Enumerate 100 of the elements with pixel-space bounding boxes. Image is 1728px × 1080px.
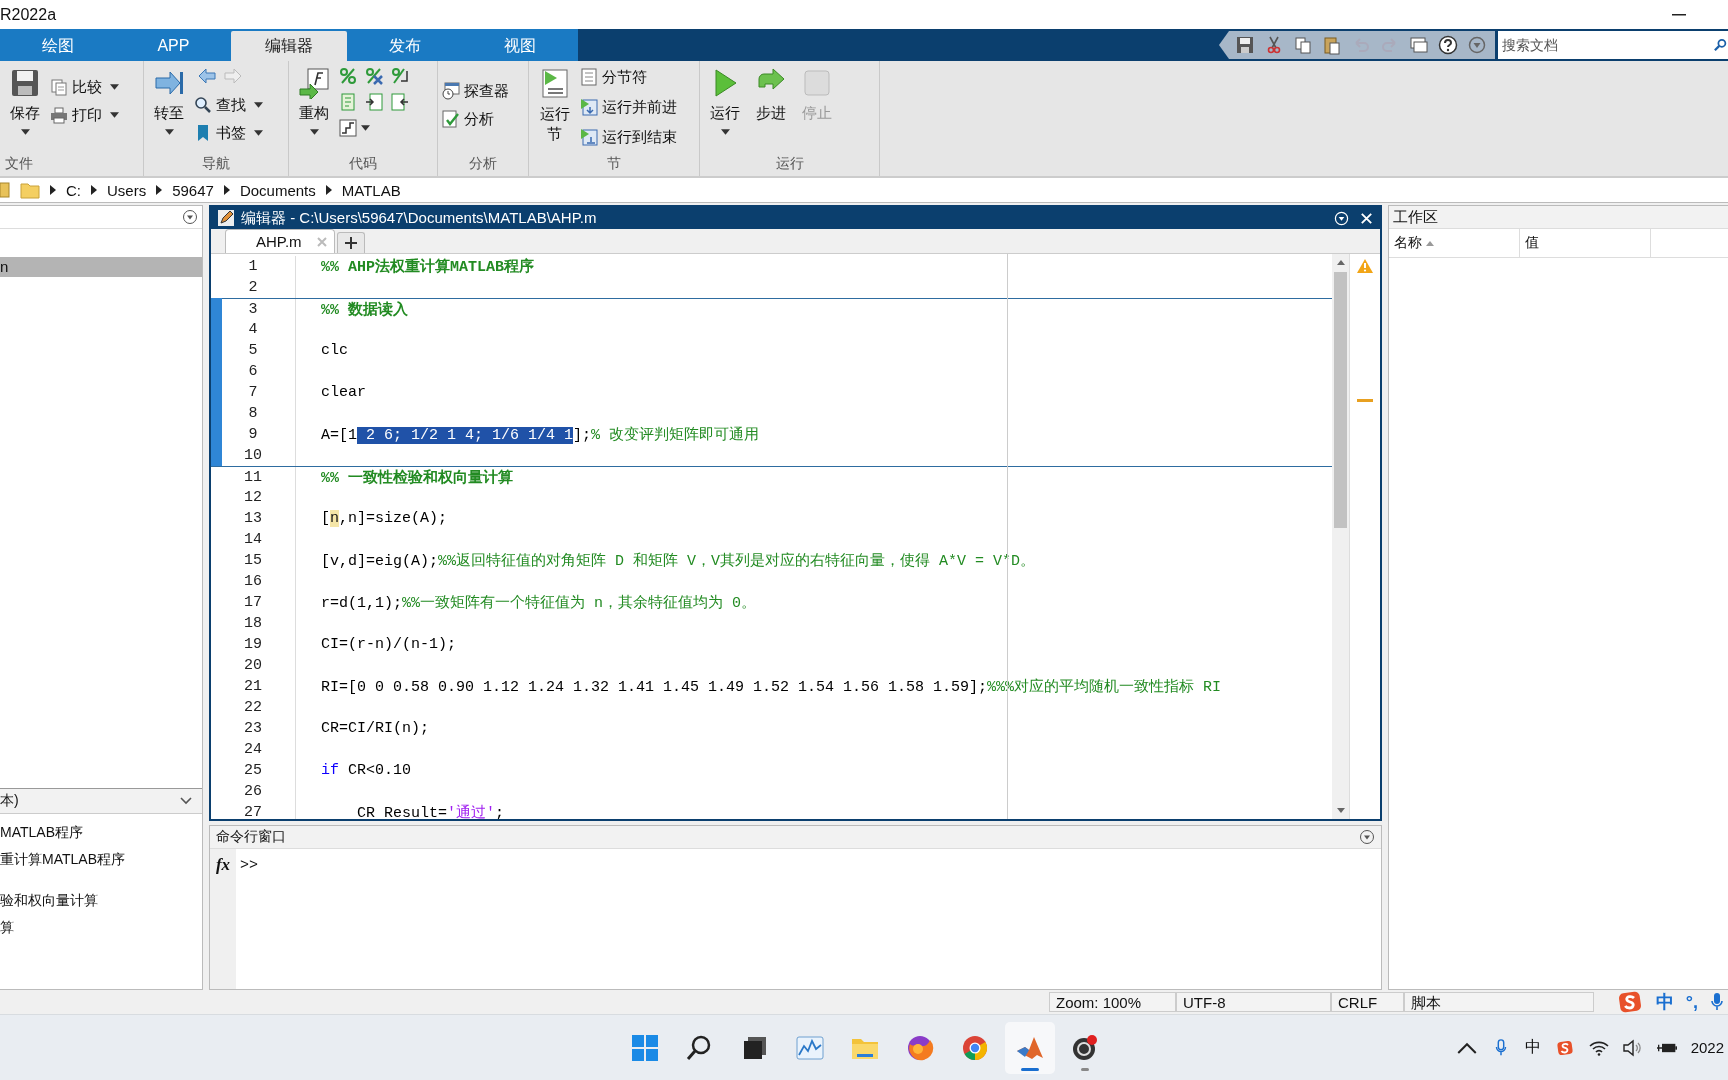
play-document-icon	[580, 98, 598, 116]
line-number: 25	[244, 762, 262, 779]
help-icon[interactable]	[1438, 35, 1458, 55]
caret-icon	[254, 102, 263, 108]
refactor-button[interactable]: 重构	[293, 65, 335, 137]
dropdown-icon[interactable]	[1359, 829, 1375, 845]
ribbon-tab[interactable]: 视图	[462, 31, 578, 61]
run-to-end-button[interactable]: 运行到结束	[580, 125, 677, 149]
input-mode-indicator[interactable]: 中	[1524, 1037, 1541, 1058]
editor-title: 编辑器 - C:\Users\59647\Documents\MATLAB\AHP.m	[241, 208, 598, 228]
path-segment[interactable]: Documents	[239, 181, 316, 199]
caret-icon	[110, 84, 119, 90]
code-line: clear	[321, 384, 366, 401]
line-number: 12	[244, 489, 262, 506]
plus-icon	[344, 237, 357, 249]
code-line: %% 一致性检验和权向量计算	[321, 468, 513, 487]
scrollbar[interactable]	[1332, 254, 1349, 819]
clock[interactable]: 2022	[1690, 1039, 1724, 1056]
speaker-icon[interactable]	[1622, 1038, 1643, 1057]
line-number: 7	[248, 384, 258, 401]
analyze-button[interactable]: 分析	[442, 107, 509, 131]
play-document-icon	[580, 128, 598, 146]
save-icon[interactable]	[1235, 35, 1255, 55]
input-mode-toggle[interactable]: 中	[1655, 990, 1674, 1014]
dropdown-icon[interactable]	[182, 209, 198, 225]
outline-item[interactable]: 重计算MATLAB程序	[0, 851, 125, 869]
code-line: CR=CI/RI(n);	[321, 720, 430, 737]
minimize-icon[interactable]	[1672, 13, 1686, 16]
caret-right-icon[interactable]	[156, 185, 163, 195]
paste-icon[interactable]	[1322, 35, 1342, 55]
punctuation-toggle[interactable]: °,	[1685, 991, 1698, 1013]
indent-document-icon[interactable]	[365, 93, 383, 111]
pencil-icon	[217, 209, 235, 227]
file-row[interactable]: n	[0, 257, 202, 277]
path-segment[interactable]: MATLAB	[341, 181, 401, 199]
ribbon-tab[interactable]: 绘图	[0, 31, 116, 61]
percent-cross-icon[interactable]	[365, 67, 383, 85]
path-segment[interactable]: 59647	[172, 181, 214, 199]
outdent-document-icon[interactable]	[391, 93, 409, 111]
status-field: UTF-8	[1176, 992, 1331, 1012]
profiler-button[interactable]: 探查器	[442, 79, 509, 103]
chart-icon	[796, 1033, 824, 1062]
command-prompt[interactable]: >>	[236, 849, 258, 874]
print-button[interactable]: 打印	[50, 103, 119, 127]
run-button[interactable]: 运行	[704, 65, 746, 137]
line-number: 5	[248, 342, 258, 359]
microphone-icon[interactable]	[1710, 992, 1724, 1012]
outline-item[interactable]: 验和权向量计算	[0, 892, 98, 910]
goto-button[interactable]: 转至	[148, 65, 190, 137]
arrow-up-icon[interactable]	[1336, 260, 1345, 265]
run-and-advance-button[interactable]: 运行并前进	[580, 95, 677, 119]
percent-icon[interactable]	[339, 67, 357, 85]
path-segment[interactable]: Users	[107, 181, 147, 199]
caret-icon	[110, 112, 119, 118]
ribbon-tab[interactable]: APP	[115, 31, 232, 61]
find-button[interactable]: 查找	[194, 93, 263, 117]
scroll-thumb[interactable]	[1334, 272, 1347, 528]
copy-icon[interactable]	[1293, 35, 1313, 55]
save-button[interactable]: 保存	[4, 65, 46, 137]
arrow-down-icon[interactable]	[1336, 808, 1345, 813]
caret-right-icon[interactable]	[223, 185, 230, 195]
step-button[interactable]: 步进	[750, 65, 792, 125]
window-title: R2022a	[0, 5, 57, 24]
ribbon-tab[interactable]: 发布	[346, 31, 463, 61]
back-arrow-icon[interactable]	[198, 67, 216, 85]
line-number: 6	[248, 363, 258, 380]
code-line: A=[1 2 6; 1/2 1 4; 1/6 1/4 1];% 改变评判矩阵即可通用	[321, 425, 760, 444]
caret-icon	[20, 129, 30, 135]
bookmark-button[interactable]: 书签	[194, 121, 263, 145]
line-number: 23	[244, 720, 262, 737]
run-section-button[interactable]: 运行节	[533, 65, 576, 147]
line-number: 2	[248, 279, 258, 296]
new-tab-button[interactable]	[336, 232, 365, 253]
column-header[interactable]: 名称	[1389, 229, 1520, 257]
code-line: [n,n]=size(A);	[321, 510, 448, 527]
windows-icon[interactable]	[1409, 35, 1429, 55]
compare-button[interactable]: 比较	[50, 75, 119, 99]
close-icon[interactable]	[1359, 210, 1374, 226]
path-segment[interactable]: C:	[66, 181, 81, 199]
line-number: 27	[244, 804, 262, 819]
percent-arrow-icon[interactable]	[391, 67, 409, 85]
code-line: %% AHP法权重计算MATLAB程序	[321, 257, 535, 276]
printer-icon	[50, 106, 68, 124]
caret-right-icon[interactable]	[325, 185, 332, 195]
column-header[interactable]: 值	[1520, 229, 1651, 257]
chevron-down-icon[interactable]	[180, 797, 192, 805]
file-tab[interactable]: AHP.m	[225, 229, 335, 253]
caret-icon	[361, 125, 370, 131]
outline-item[interactable]: 算	[0, 919, 14, 937]
outline-item[interactable]: MATLAB程序	[0, 824, 83, 842]
tricolor-circle-icon	[961, 1033, 989, 1062]
folder-up-icon[interactable]	[0, 181, 10, 199]
warning-marker[interactable]	[1357, 399, 1373, 402]
caret-right-icon[interactable]	[50, 185, 56, 195]
line-number: 10	[244, 447, 262, 464]
section-break-button[interactable]: 分节符	[580, 65, 677, 89]
ribbon-tab[interactable]: 编辑器	[231, 31, 347, 61]
function-document-icon	[298, 67, 330, 99]
file-tab-label[interactable]: AHP.m	[256, 233, 302, 250]
caret-right-icon[interactable]	[91, 185, 97, 195]
